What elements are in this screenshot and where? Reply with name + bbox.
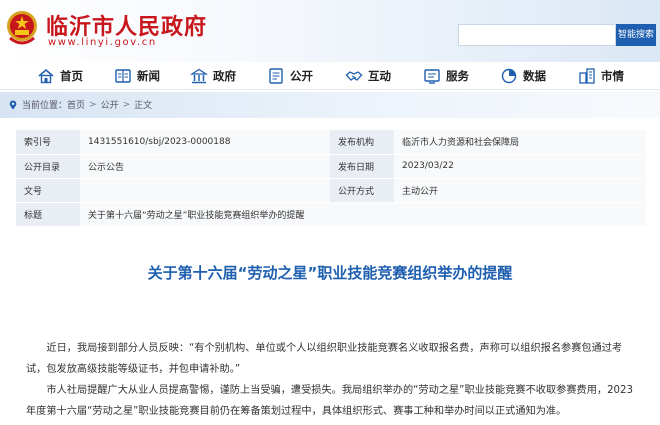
method-label: 公开方式 xyxy=(330,178,394,203)
article-body: 近日，我局接到部分人员反映：“有个别机构、单位或个人以组织职业技能竞赛名义收取报… xyxy=(26,338,638,422)
table-row: 文号 公开方式 主动公开 xyxy=(16,178,646,203)
location-pin-icon xyxy=(9,100,17,109)
city-icon xyxy=(579,68,595,84)
breadcrumb-separator: > xyxy=(122,99,131,110)
breadcrumb-separator: > xyxy=(89,99,97,110)
document-info-table: 索引号 1431551610/sbj/2023-0000188 发布机构 临沂市… xyxy=(16,130,646,227)
table-row: 公开目录 公示公告 发布日期 2023/03/22 xyxy=(16,154,646,179)
table-row: 索引号 1431551610/sbj/2023-0000188 发布机构 临沂市… xyxy=(16,130,646,155)
home-icon xyxy=(38,68,54,84)
docno-label: 文号 xyxy=(16,178,80,203)
subject-label: 标题 xyxy=(16,202,80,227)
publisher-label: 发布机构 xyxy=(330,130,394,155)
date-label: 发布日期 xyxy=(330,154,394,179)
nav-item-city[interactable]: 市情 xyxy=(578,66,624,86)
date-value: 2023/03/22 xyxy=(394,154,646,179)
article-title: 关于第十六届“劳动之星”职业技能竞赛组织举办的提醒 xyxy=(147,264,513,282)
table-row: 标题 关于第十六届“劳动之星”职业技能竞赛组织举办的提醒 xyxy=(16,202,646,227)
nav-item-label: 新闻 xyxy=(137,69,160,83)
site-header: 临沂市人民政府 www.linyi.gov.cn 智能搜索 xyxy=(0,0,660,62)
main-nav: 首页 新闻 政府 公开 互动 服务 数据 市情 xyxy=(0,62,660,90)
service-icon xyxy=(424,69,440,84)
subject-value: 关于第十六届“劳动之星”职业技能竞赛组织举办的提醒 xyxy=(80,202,646,227)
nav-item-label: 互动 xyxy=(368,69,391,83)
nav-item-label: 首页 xyxy=(60,69,83,83)
index-value: 1431551610/sbj/2023-0000188 xyxy=(80,130,330,155)
site-url: www.linyi.gov.cn xyxy=(48,37,157,48)
government-icon xyxy=(190,68,208,84)
nav-item-label: 市情 xyxy=(601,69,624,83)
nav-item-government[interactable]: 政府 xyxy=(190,66,236,86)
index-label: 索引号 xyxy=(16,130,80,155)
article-paragraph: 近日，我局接到部分人员反映：“有个别机构、单位或个人以组织职业技能竞赛名义收取报… xyxy=(26,343,623,375)
publisher-value: 临沂市人力资源和社会保障局 xyxy=(394,130,646,155)
search-button[interactable]: 智能搜索 xyxy=(616,24,656,46)
nav-item-label: 公开 xyxy=(290,69,313,83)
catalog-label: 公开目录 xyxy=(16,154,80,179)
breadcrumb-bar: 当前位置： 首页 > 公开 > 正文 xyxy=(0,92,660,118)
nav-item-news[interactable]: 新闻 xyxy=(114,66,160,86)
catalog-value: 公示公告 xyxy=(80,154,330,179)
nav-item-service[interactable]: 服务 xyxy=(423,66,469,86)
search-input[interactable] xyxy=(458,24,616,46)
method-value: 主动公开 xyxy=(394,178,646,203)
docno-value xyxy=(80,178,330,203)
nav-item-label: 政府 xyxy=(213,69,236,83)
breadcrumb: 当前位置： 首页 > 公开 > 正文 xyxy=(8,98,152,111)
national-emblem-icon[interactable] xyxy=(4,8,40,48)
nav-item-disclosure[interactable]: 公开 xyxy=(267,66,313,86)
nav-item-data[interactable]: 数据 xyxy=(500,66,546,86)
data-icon xyxy=(501,68,517,84)
article-paragraph: 市人社局提醒广大从业人员提高警惕，谨防上当受骗，遭受损失。我局组织举办的“劳动之… xyxy=(26,385,633,417)
disclosure-icon xyxy=(269,68,283,84)
nav-item-home[interactable]: 首页 xyxy=(37,66,83,86)
breadcrumb-current: 正文 xyxy=(134,101,153,111)
news-icon xyxy=(115,69,131,83)
nav-item-interaction[interactable]: 互动 xyxy=(345,66,391,86)
breadcrumb-prefix: 当前位置： xyxy=(22,101,68,111)
breadcrumb-home-link[interactable]: 首页 xyxy=(67,98,85,111)
breadcrumb-disclosure-link[interactable]: 公开 xyxy=(101,98,119,111)
nav-item-label: 服务 xyxy=(446,69,469,83)
handshake-icon xyxy=(345,71,363,81)
nav-item-label: 数据 xyxy=(523,69,546,83)
